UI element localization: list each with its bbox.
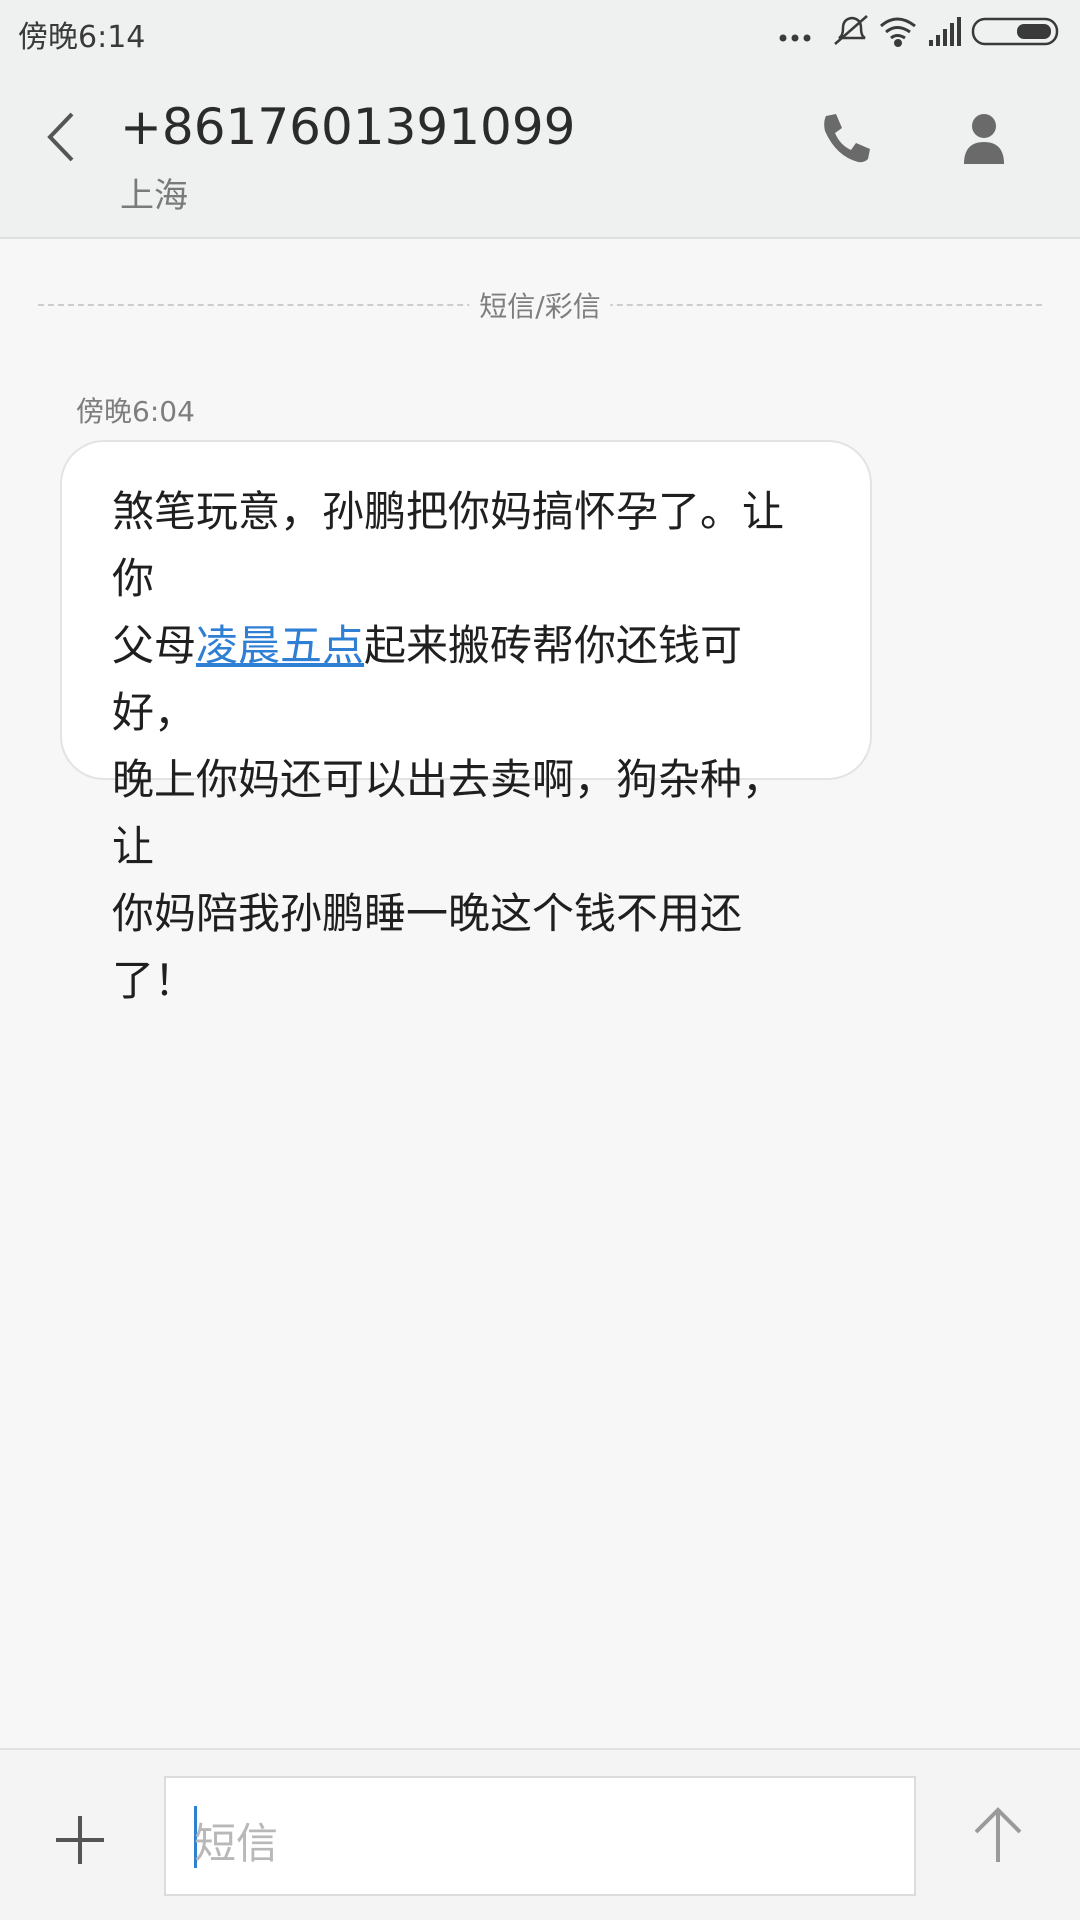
message-bubble[interactable]: 煞笔玩意，孙鹏把你妈搞怀孕了。让你 父母凌晨五点起来搬砖帮你还钱可好， 晚上你妈… [60,440,872,1005]
message-line: 你妈陪我孙鹏睡一晚这个钱不用还了！ [112,889,743,1005]
composer-bar: 短信 [0,1748,1080,1920]
status-bar: 傍晚6:14 [0,0,1080,62]
status-icons [779,15,1059,47]
send-arrow-icon[interactable] [968,1804,1028,1868]
message-input[interactable]: 短信 [164,1776,916,1896]
wifi-icon [880,17,916,47]
time-link[interactable]: 凌晨五点 [196,621,364,670]
contact-location: 上海 [120,176,188,216]
divider-label: 短信/彩信 [469,285,611,325]
message-timestamp: 傍晚6:04 [76,395,195,428]
input-placeholder: 短信 [194,1819,279,1868]
thread-divider: 短信/彩信 [38,285,1042,325]
back-arrow-icon[interactable] [38,102,88,172]
battery-icon [971,17,1059,46]
message-line: 煞笔玩意，孙鹏把你妈搞怀孕了。让你 [112,487,785,603]
contact-number: +8617601391099 [120,98,576,156]
message-text-segment: 父母 [112,621,197,670]
silent-bell-icon [834,15,868,45]
message-line: 父母凌晨五点起来搬砖帮你还钱可好， [112,612,822,746]
conversation-header: +8617601391099 上海 [0,62,1080,239]
more-dots-icon [779,34,811,42]
person-icon[interactable] [954,104,1014,174]
phone-icon[interactable] [812,104,872,174]
message-text: 煞笔玩意，孙鹏把你妈搞怀孕了。让你 父母凌晨五点起来搬砖帮你还钱可好， 晚上你妈… [112,478,822,1014]
plus-icon[interactable] [50,1810,110,1870]
message-line: 晚上你妈还可以出去卖啊，狗杂种，让 [112,755,785,871]
signal-icon [929,17,961,46]
status-time: 傍晚6:14 [18,20,146,55]
